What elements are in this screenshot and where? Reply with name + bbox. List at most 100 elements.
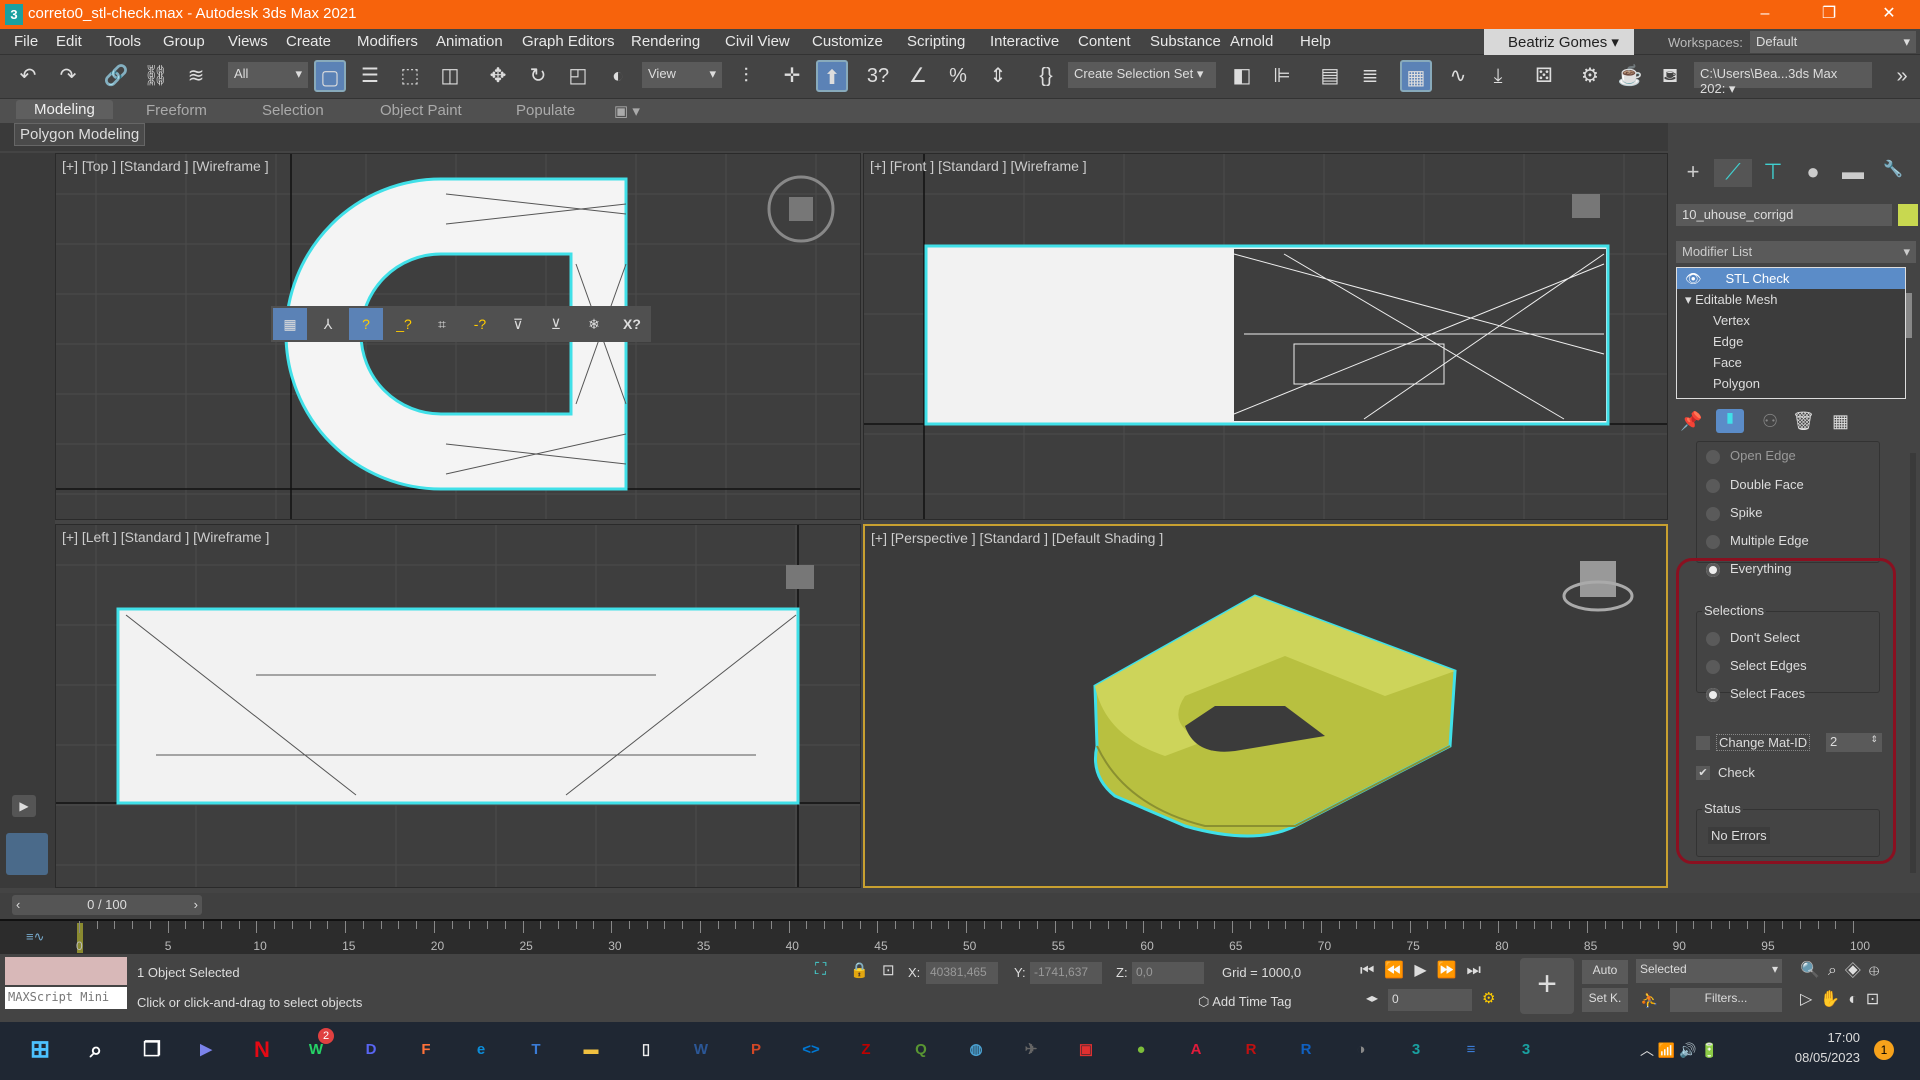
viewport-perspective[interactable]: [+] [Perspective ] [Standard ] [Default … [863,524,1668,888]
motion-tab-icon[interactable]: ● [1794,159,1832,187]
scale-icon[interactable]: ◰ [562,60,594,92]
system-tray-icons[interactable]: ︿ 📶 🔊 🔋 [1640,1040,1718,1060]
material-editor-icon[interactable]: ⚄ [1528,60,1560,92]
show-end-result-icon[interactable]: ▮ [1716,409,1744,433]
render-production-icon[interactable]: ⛾ [1654,60,1686,92]
3dsmax-icon[interactable]: 3 [1398,1032,1434,1068]
auto-key-button[interactable]: Auto [1582,960,1628,984]
snap-pivot-icon[interactable]: ⅄ [311,308,345,340]
modifier-list-dropdown[interactable]: Modifier List ▾ [1676,241,1916,263]
menu-interactive[interactable]: Interactive [990,33,1059,50]
add-time-tag[interactable]: ⬡ Add Time Tag [1198,994,1292,1010]
ribbon-options-icon[interactable]: ▣ ▾ [614,102,640,120]
revit-icon[interactable]: R [1288,1032,1324,1068]
menu-modifiers[interactable]: Modifiers [357,33,418,50]
snap-edge-icon[interactable]: ⌗ [425,308,459,340]
reference-coordinate-dropdown[interactable]: View ▾ [642,62,722,88]
undo-icon[interactable]: ↶ [12,60,44,92]
x-coordinate-field[interactable]: 40381,465 [926,962,998,984]
discord-icon[interactable]: D [353,1032,389,1068]
bind-spacewarp-icon[interactable]: ≋ [180,60,212,92]
snap-midpoint-icon[interactable]: -? [463,308,497,340]
menu-customize[interactable]: Customize [812,33,883,50]
current-frame-field[interactable]: 0 [1388,989,1472,1011]
pdf-reader-icon[interactable]: ▣ [1068,1032,1104,1068]
named-selection-sets-icon[interactable]: {} [1030,60,1062,92]
stack-item-edge[interactable]: Edge [1677,331,1905,352]
snap-endpoint-icon[interactable]: _? [387,308,421,340]
redo-icon[interactable]: ↷ [52,60,84,92]
autocad-icon[interactable]: A [1178,1032,1214,1068]
key-mode-dropdown[interactable]: Selected ▾ [1636,959,1782,983]
rendered-frame-window-icon[interactable]: ☕ [1614,60,1646,92]
stack-item-polygon[interactable]: Polygon [1677,373,1905,394]
tab-object-paint[interactable]: Object Paint [380,102,462,119]
viewport-top[interactable]: [+] [Top ] [Standard ] [Wireframe ] ▦ ⅄ … [55,153,861,520]
minimize-button[interactable]: – [1742,2,1788,26]
file-explorer-icon[interactable]: ▬ [573,1032,609,1068]
object-color-swatch[interactable] [1898,204,1918,226]
menu-edit[interactable]: Edit [56,33,82,50]
timeline-track[interactable]: ≡∿ 0 5 10 15 20 25 30 35 40 45 50 55 60 65 70 75 80 85 90 9… [0,919,1920,954]
filezilla-icon[interactable]: Z [848,1032,884,1068]
tab-selection[interactable]: Selection [262,102,324,119]
menu-arnold[interactable]: Arnold [1230,33,1273,50]
rectangular-selection-icon[interactable]: ⬚ [394,60,426,92]
project-folder-dropdown[interactable]: C:\Users\Bea...3ds Max 202: ▾ [1694,62,1872,96]
select-object-icon[interactable]: ▢ [314,60,346,92]
tab-populate[interactable]: Populate [516,102,575,119]
percent-snap-icon[interactable]: % [942,60,974,92]
menu-animation[interactable]: Animation [436,33,503,50]
layer-explorer-icon[interactable]: ≣ [1354,60,1386,92]
snap-toggle-icon[interactable]: 3? [862,60,894,92]
viewport-label-left[interactable]: [+] [Left ] [Standard ] [Wireframe ] [62,529,269,545]
curve-editor-icon[interactable]: ∿ [1442,60,1474,92]
viewport-front[interactable]: [+] [Front ] [Standard ] [Wireframe ] [863,153,1668,520]
menu-scripting[interactable]: Scripting [907,33,965,50]
create-tab-icon[interactable]: + [1674,159,1712,187]
viewport-left[interactable]: [+] [Left ] [Standard ] [Wireframe ] [55,524,861,888]
viewport-nav-controls-2[interactable]: ▷✋◐⊡ [1800,989,1887,1009]
radio-double-face[interactable]: Double Face [1706,477,1804,493]
thunderbird-icon[interactable]: T [518,1032,554,1068]
tab-modeling[interactable]: Modeling [16,100,113,119]
utilities-tab-icon[interactable]: 🔧 [1874,159,1912,187]
menu-graph-editors[interactable]: Graph Editors [522,33,615,50]
3dsmax-app-icon[interactable]: 3 [5,4,23,25]
snap-vertex-icon[interactable]: ? [349,308,383,340]
menu-content[interactable]: Content [1078,33,1131,50]
key-mode-toggle-icon[interactable]: ◂▸ [1366,991,1378,1005]
hierarchy-tab-icon[interactable]: ⊤ [1754,159,1792,187]
radio-open-edge[interactable]: Open Edge [1706,448,1796,464]
menu-substance[interactable]: Substance [1150,33,1221,50]
workspaces-dropdown[interactable]: Default ▾ [1750,31,1916,53]
expand-play-icon[interactable]: ▶ [12,795,36,817]
viewport-label-perspective[interactable]: [+] [Perspective ] [Standard ] [Default … [871,530,1163,546]
move-icon[interactable]: ✥ [482,60,514,92]
absolute-mode-icon[interactable]: ⊡ [882,961,895,979]
maxscript-mini-input[interactable]: MAXScript Mini [5,987,127,1009]
remove-modifier-icon[interactable]: 🗑 [1792,411,1815,432]
maximize-button[interactable]: ❐ [1806,2,1852,26]
word-icon[interactable]: W [683,1032,719,1068]
teams-chat-icon[interactable]: ▶ [188,1032,224,1068]
stack-item-vertex[interactable]: Vertex [1677,310,1905,331]
unlink-icon[interactable]: ⛓ [140,60,172,92]
app-globe-icon[interactable]: ◑ [1343,1032,1379,1068]
powerpoint-viewer-icon[interactable]: P [738,1032,774,1068]
select-by-name-icon[interactable]: ☰ [354,60,386,92]
set-key-icon[interactable]: + [1520,958,1574,1014]
menu-help[interactable]: Help [1300,33,1331,50]
document-icon[interactable]: ≡ [1453,1032,1489,1068]
keyboard-shortcut-override-icon[interactable]: ⬆ [816,60,848,92]
user-account-menu[interactable]: Beatriz Gomes ▾ [1484,29,1634,55]
viewport-label-top[interactable]: [+] [Top ] [Standard ] [Wireframe ] [62,158,269,174]
object-name-input[interactable]: 10_uhouse_corrigd [1676,204,1892,226]
viewport-label-front[interactable]: [+] [Front ] [Standard ] [Wireframe ] [870,158,1087,174]
snap-center-face-icon[interactable]: ⊻ [539,308,573,340]
3dsmax-active-icon[interactable]: 3 [1508,1032,1544,1068]
menu-file[interactable]: File [14,33,38,50]
menu-tools[interactable]: Tools [106,33,141,50]
close-button[interactable]: ✕ [1866,2,1912,26]
edge-icon[interactable]: e [463,1032,499,1068]
